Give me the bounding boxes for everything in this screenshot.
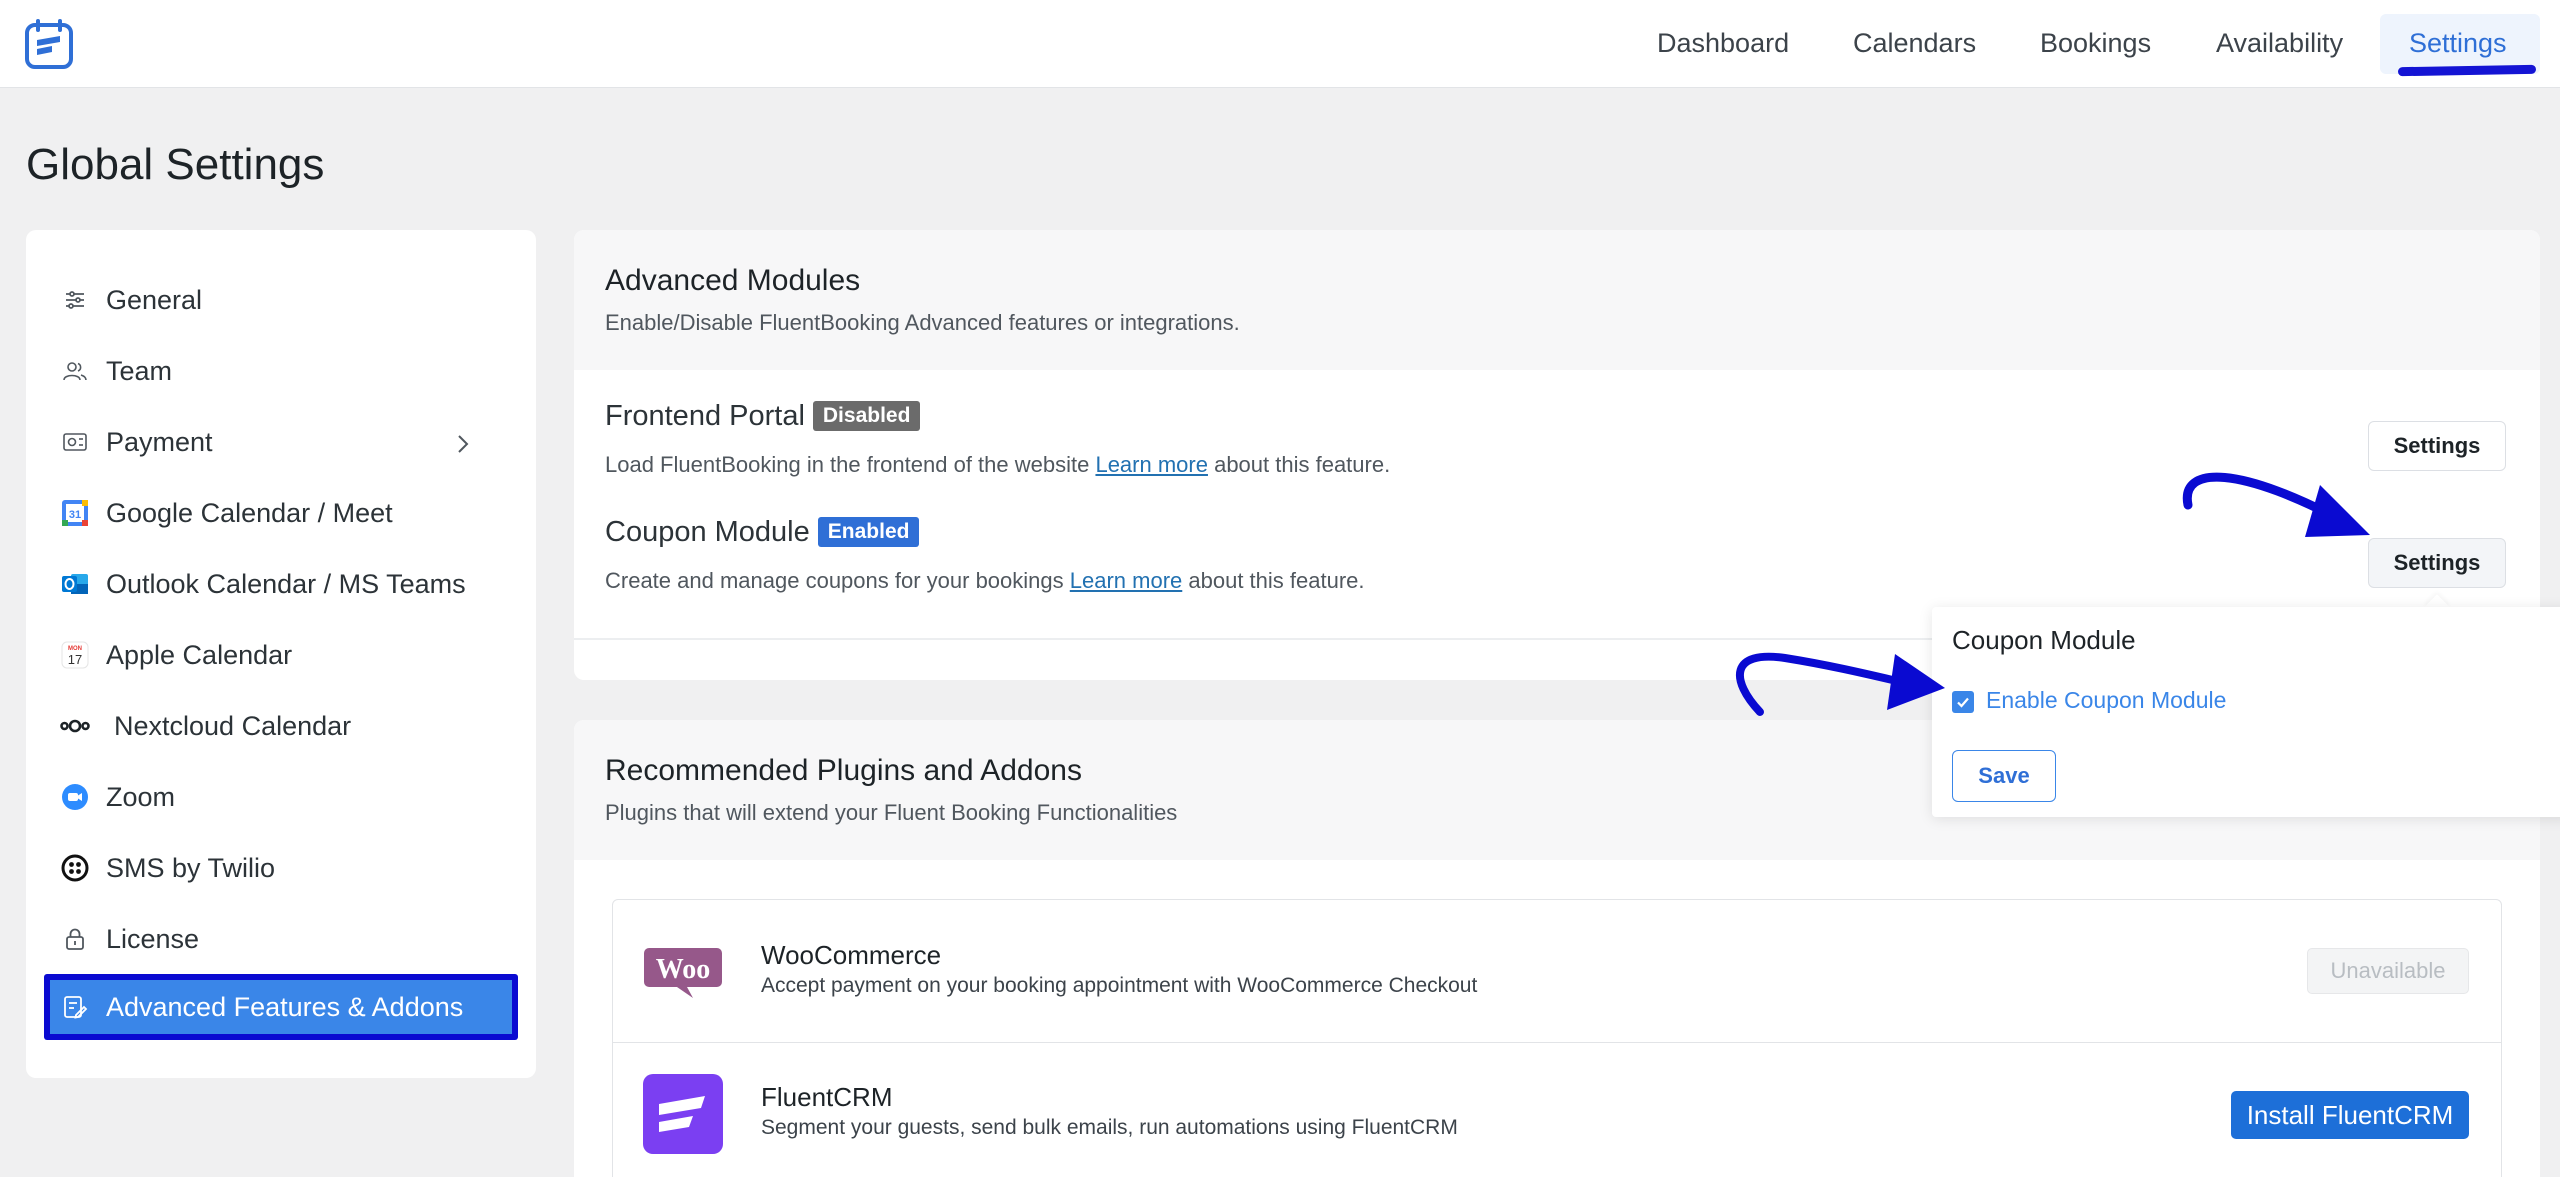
google-calendar-icon: 31 [60, 498, 90, 528]
module-title-text: Frontend Portal [605, 400, 805, 432]
sidebar-item-outlook[interactable]: Outlook Calendar / MS Teams [60, 559, 510, 609]
status-badge: Enabled [817, 517, 920, 547]
module-coupon-description: Create and manage coupons for your booki… [605, 568, 1365, 594]
lock-icon [60, 924, 90, 954]
divider [613, 1042, 2501, 1043]
sidebar-item-label: Advanced Features & Addons [106, 991, 464, 1022]
sidebar-item-zoom[interactable]: Zoom [60, 772, 510, 822]
nextcloud-icon [60, 711, 90, 741]
sidebar-item-apple-calendar[interactable]: MON 17 Apple Calendar [60, 630, 510, 680]
svg-text:31: 31 [69, 509, 81, 521]
addon-description: Segment your guests, send bulk emails, r… [761, 1116, 1458, 1139]
learn-more-link[interactable]: Learn more [1070, 568, 1183, 593]
status-badge: Disabled [812, 401, 921, 431]
page-title: Global Settings [26, 140, 325, 189]
checkmark-icon [1957, 697, 1969, 708]
panel-header [574, 230, 2540, 370]
save-button[interactable]: Save [1952, 750, 2056, 802]
addons-icon [60, 992, 90, 1022]
sidebar-item-twilio[interactable]: SMS by Twilio [60, 843, 510, 893]
panel-title: Recommended Plugins and Addons [605, 754, 1082, 787]
sidebar-item-label: Google Calendar / Meet [106, 497, 393, 528]
module-frontend-portal-description: Load FluentBooking in the frontend of th… [605, 452, 1390, 478]
sidebar-item-license[interactable]: License [60, 914, 510, 964]
sidebar-item-payment[interactable]: Payment [60, 417, 510, 467]
learn-more-link[interactable]: Learn more [1095, 452, 1208, 477]
nav-calendars[interactable]: Calendars [1853, 28, 1976, 59]
woocommerce-unavailable-button: Unavailable [2307, 948, 2469, 994]
enable-coupon-module-label[interactable]: Enable Coupon Module [1986, 687, 2226, 714]
sidebar-item-label: Nextcloud Calendar [114, 710, 352, 741]
zoom-icon [60, 782, 90, 812]
sidebar-item-nextcloud[interactable]: Nextcloud Calendar [60, 701, 510, 751]
module-description-suffix: about this feature. [1207, 452, 1391, 477]
nav-availability[interactable]: Availability [2216, 28, 2343, 59]
frontend-portal-settings-button[interactable]: Settings [2368, 421, 2506, 471]
woo-logo-text: Woo [656, 954, 710, 985]
module-frontend-portal-title: Frontend Portal Disabled [605, 400, 921, 433]
panel-subtitle: Enable/Disable FluentBooking Advanced fe… [605, 310, 1240, 335]
settings-sidebar: General Team Payment 31 Google Calendar … [26, 230, 536, 1078]
woocommerce-logo-icon: Woo [643, 940, 723, 1002]
fluentbooking-logo-icon[interactable] [24, 18, 76, 70]
users-icon [60, 356, 90, 386]
sidebar-item-label: Apple Calendar [106, 639, 293, 670]
chevron-right-icon [456, 431, 470, 462]
addon-description: Accept payment on your booking appointme… [761, 974, 1478, 997]
sidebar-item-label: General [106, 284, 203, 315]
module-description-suffix: about this feature. [1182, 568, 1365, 593]
module-title-text: Coupon Module [605, 516, 810, 548]
sidebar-item-general[interactable]: General [60, 275, 510, 325]
install-fluentcrm-button[interactable]: Install FluentCRM [2231, 1091, 2469, 1139]
coupon-module-settings-button[interactable]: Settings [2368, 538, 2506, 588]
addon-name: WooCommerce [761, 940, 942, 970]
sidebar-item-label: Payment [106, 426, 213, 457]
module-description-text: Create and manage coupons for your booki… [605, 568, 1070, 593]
fluentcrm-logo-icon [643, 1074, 723, 1154]
addon-name: FluentCRM [761, 1082, 893, 1112]
nav-dashboard[interactable]: Dashboard [1657, 28, 1789, 59]
module-description-text: Load FluentBooking in the frontend of th… [605, 452, 1096, 477]
addons-list: Woo WooCommerce Accept payment on your b… [612, 899, 2502, 1177]
sidebar-item-google-calendar[interactable]: 31 Google Calendar / Meet [60, 488, 510, 538]
outlook-icon [60, 569, 90, 599]
sidebar-item-label: License [106, 923, 200, 954]
sliders-icon [60, 285, 90, 315]
coupon-module-popover: Coupon Module Enable Coupon Module Save [1932, 607, 2560, 817]
panel-title: Advanced Modules [605, 264, 861, 297]
popover-title: Coupon Module [1952, 625, 2136, 655]
sidebar-item-label: SMS by Twilio [106, 852, 276, 883]
panel-subtitle: Plugins that will extend your Fluent Boo… [605, 800, 1178, 825]
nav-settings[interactable]: Settings [2409, 28, 2507, 59]
twilio-icon [60, 853, 90, 883]
sidebar-item-label: Zoom [106, 781, 176, 812]
sidebar-item-advanced-features[interactable]: Advanced Features & Addons [60, 982, 510, 1032]
top-navigation-bar [0, 0, 2560, 88]
svg-text:17: 17 [68, 652, 82, 667]
sidebar-item-label: Team [106, 355, 173, 386]
apple-calendar-icon: MON 17 [60, 640, 90, 670]
nav-bookings[interactable]: Bookings [2040, 28, 2151, 59]
module-coupon-title: Coupon Module Enabled [605, 516, 920, 549]
sidebar-item-label: Outlook Calendar / MS Teams [106, 568, 466, 599]
payment-icon [60, 427, 90, 457]
sidebar-item-team[interactable]: Team [60, 346, 510, 396]
enable-coupon-module-checkbox[interactable] [1952, 691, 1974, 713]
